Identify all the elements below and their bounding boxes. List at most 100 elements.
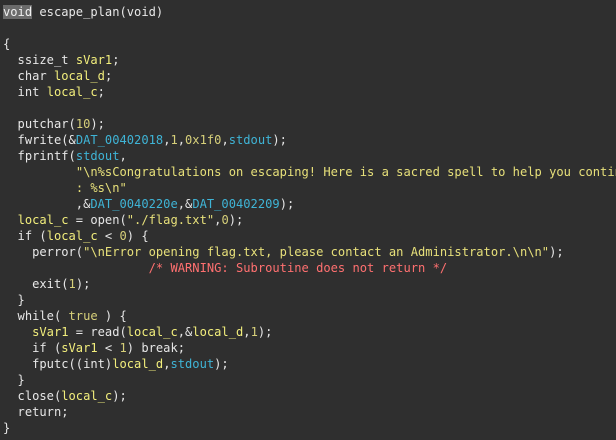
code-token: local_d — [192, 325, 244, 339]
code-token: } — [3, 293, 25, 307]
code-token: ; — [97, 85, 105, 99]
code-token: sVar1 — [75, 53, 113, 67]
code-line[interactable]: : %s\n" — [3, 180, 127, 196]
code-line[interactable]: local_c = open("./flag.txt",0); — [3, 212, 244, 228]
code-token: ); — [90, 117, 105, 131]
code-token: ,& — [177, 197, 193, 211]
code-token: fwrite(& — [3, 133, 76, 147]
code-line[interactable]: } — [3, 292, 25, 308]
code-token: ); — [214, 357, 229, 371]
code-token: DAT_00402209 — [192, 197, 280, 211]
code-token: void — [3, 5, 33, 19]
code-token: int — [3, 85, 47, 99]
code-token: /* WARNING: Subroutine does not return *… — [148, 261, 448, 275]
code-token: 0 — [119, 229, 127, 243]
code-token: sVar1 — [32, 325, 69, 339]
code-token: "\nError opening flag.txt, please contac… — [83, 245, 550, 259]
code-token: ); — [272, 133, 287, 147]
code-token: ) { — [126, 229, 149, 243]
code-token: ssize_t — [3, 53, 76, 67]
code-token: } — [3, 421, 11, 435]
code-token: while( — [3, 309, 69, 323]
code-line[interactable]: void escape_plan(void) — [3, 4, 163, 20]
code-line[interactable]: { — [3, 36, 10, 52]
code-token: : %s\n" — [75, 181, 127, 195]
code-line[interactable]: perror("\nError opening flag.txt, please… — [3, 244, 564, 260]
code-line[interactable]: fputc((int)local_d,stdout); — [3, 356, 229, 372]
code-token: "\n%sCongratulations on escaping! Here i… — [75, 165, 616, 179]
code-token: "./flag.txt" — [126, 213, 215, 227]
code-token: ); — [75, 277, 91, 291]
code-token: 10 — [75, 117, 91, 131]
code-token: , — [221, 133, 229, 147]
code-token: escape_plan(void) — [32, 5, 164, 19]
code-line[interactable]: ,&DAT_0040220e,&DAT_00402209); — [3, 196, 294, 212]
code-token: stdout — [170, 357, 215, 371]
code-token: , — [119, 149, 127, 163]
code-token: 1 — [119, 341, 127, 355]
code-line[interactable]: fprintf(stdout, — [3, 148, 127, 164]
code-line[interactable]: sVar1 = read(local_c,&local_d,1); — [3, 324, 272, 340]
code-token: char — [3, 69, 54, 83]
code-line[interactable]: putchar(10); — [3, 116, 105, 132]
code-token: exit( — [3, 277, 69, 291]
code-token: if ( — [3, 341, 62, 355]
code-token: DAT_00402018 — [75, 133, 164, 147]
code-token: local_c — [46, 229, 98, 243]
code-token: , — [177, 133, 186, 147]
code-token: = open( — [68, 213, 127, 227]
code-token: local_c — [17, 213, 69, 227]
code-token: ); — [549, 245, 564, 259]
code-token: local_c — [46, 85, 98, 99]
code-token: stdout — [75, 149, 120, 163]
code-line[interactable]: close(local_c); — [3, 388, 127, 404]
code-token: ); — [112, 389, 127, 403]
code-line[interactable]: return; — [3, 404, 69, 420]
decompiler-code-view[interactable]: void escape_plan(void) { ssize_t sVar1; c… — [0, 0, 616, 440]
code-line[interactable]: if (local_c < 0) { — [3, 228, 149, 244]
code-token: ); — [279, 197, 295, 211]
code-token: < — [97, 229, 120, 243]
code-token: stdout — [228, 133, 273, 147]
code-line[interactable]: /* WARNING: Subroutine does not return *… — [3, 260, 448, 276]
code-token: ,& — [3, 197, 91, 211]
code-token: local_c — [126, 325, 178, 339]
code-line[interactable]: while( true ) { — [3, 308, 127, 324]
code-line[interactable]: char local_d; — [3, 68, 113, 84]
code-token: { — [3, 37, 11, 51]
code-token: close( — [3, 389, 62, 403]
code-token: 0 — [221, 213, 229, 227]
code-token: , — [243, 325, 251, 339]
code-line[interactable]: ssize_t sVar1; — [3, 52, 120, 68]
code-token: 1 — [68, 277, 76, 291]
code-token: ; — [112, 53, 120, 67]
code-token: ) break; — [126, 341, 186, 355]
code-token: DAT_0040220e — [90, 197, 178, 211]
code-token: = read( — [68, 325, 127, 339]
code-line[interactable]: "\n%sCongratulations on escaping! Here i… — [3, 164, 616, 180]
code-line[interactable]: int local_c; — [3, 84, 105, 100]
code-line[interactable]: } — [3, 372, 25, 388]
code-token: putchar( — [3, 117, 76, 131]
code-token: < — [97, 341, 120, 355]
code-token: local_c — [61, 389, 113, 403]
code-token: true — [68, 309, 98, 323]
code-token: perror( — [3, 245, 84, 259]
code-token: local_d — [53, 69, 105, 83]
code-token: 0x1f0 — [185, 133, 222, 147]
code-token: fputc((int) — [3, 357, 113, 371]
code-token: 1 — [170, 133, 178, 147]
code-token: return; — [3, 405, 69, 419]
code-line[interactable]: if (sVar1 < 1) break; — [3, 340, 185, 356]
code-line[interactable]: fwrite(&DAT_00402018,1,0x1f0,stdout); — [3, 132, 287, 148]
code-line[interactable]: } — [3, 420, 10, 436]
code-token: } — [3, 373, 25, 387]
code-line[interactable]: exit(1); — [3, 276, 90, 292]
code-token: ,& — [177, 325, 193, 339]
code-token: ); — [228, 213, 244, 227]
